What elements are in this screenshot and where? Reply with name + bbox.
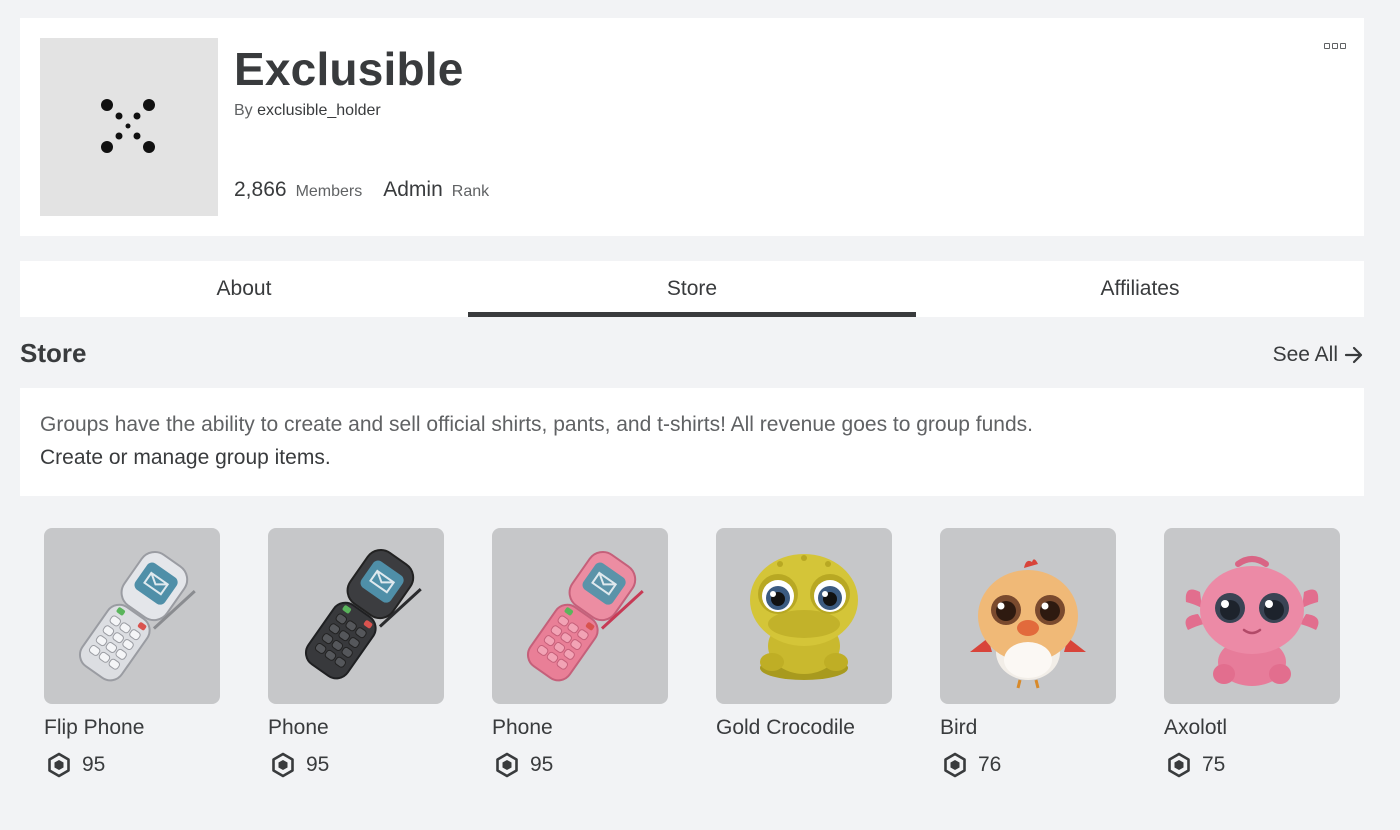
tab-store[interactable]: Store: [468, 261, 916, 317]
see-all-label: See All: [1272, 343, 1338, 366]
group-logo-icon: [101, 99, 155, 153]
tab-about[interactable]: About: [20, 261, 468, 317]
more-options-button[interactable]: [1322, 40, 1348, 52]
item-price: 95: [268, 752, 444, 778]
item-price-value: 76: [978, 753, 1002, 776]
item-price-value: 95: [82, 753, 106, 776]
item-name[interactable]: Axolotl: [1164, 716, 1340, 740]
item-price-value: 95: [530, 753, 554, 776]
item-thumbnail[interactable]: [44, 528, 220, 704]
store-section-title: Store: [20, 338, 87, 368]
item-price: 75: [1164, 752, 1340, 778]
store-item-card[interactable]: Flip Phone 95: [44, 528, 220, 778]
item-thumbnail[interactable]: [1164, 528, 1340, 704]
members-label: Members: [295, 183, 363, 200]
axolotl-icon: [1185, 556, 1319, 686]
store-item-card[interactable]: Phone 95: [492, 528, 668, 778]
item-price-value: 75: [1202, 753, 1226, 776]
item-name[interactable]: Phone: [268, 716, 444, 740]
group-tabs: About Store Affiliates: [20, 261, 1364, 317]
robux-icon: [272, 752, 294, 778]
robux-icon: [944, 752, 966, 778]
flip-phone-silver-icon: [78, 551, 196, 682]
store-info-box: Groups have the ability to create and se…: [20, 388, 1364, 496]
gold-crocodile-icon: [750, 554, 858, 680]
tab-affiliates[interactable]: Affiliates: [916, 261, 1364, 317]
by-label: By: [234, 102, 253, 119]
store-items-grid: Flip Phone 95 Phone 95 Phone 95 Gold Cro…: [44, 528, 1344, 788]
robux-icon: [1168, 752, 1190, 778]
see-all-link[interactable]: See All: [1273, 343, 1364, 367]
flip-phone-pink-icon: [526, 551, 644, 682]
item-thumbnail[interactable]: [492, 528, 668, 704]
manage-items-link[interactable]: Create or manage group items.: [40, 446, 331, 470]
more-dot-icon: [1332, 43, 1338, 49]
item-name[interactable]: Gold Crocodile: [716, 716, 892, 740]
group-emblem[interactable]: [40, 38, 218, 216]
item-name[interactable]: Flip Phone: [44, 716, 220, 740]
owner-link[interactable]: exclusible_holder: [257, 102, 381, 119]
store-item-card[interactable]: Bird 76: [940, 528, 1116, 778]
group-stats: 2,866 Members Admin Rank: [234, 178, 489, 202]
item-price-value: 95: [306, 753, 330, 776]
item-thumbnail[interactable]: [268, 528, 444, 704]
arrow-right-icon: [1344, 346, 1363, 364]
store-item-card[interactable]: Gold Crocodile: [716, 528, 892, 740]
more-dot-icon: [1324, 43, 1330, 49]
item-price: 95: [44, 752, 220, 778]
item-name[interactable]: Bird: [940, 716, 1116, 740]
flip-phone-black-icon: [304, 549, 422, 680]
more-dot-icon: [1340, 43, 1346, 49]
rank-label: Rank: [451, 183, 490, 200]
robux-icon: [48, 752, 70, 778]
store-item-card[interactable]: Axolotl 75: [1164, 528, 1340, 778]
item-thumbnail[interactable]: [940, 528, 1116, 704]
robux-icon: [496, 752, 518, 778]
members-count: 2,866: [234, 178, 287, 201]
store-info-text: Groups have the ability to create and se…: [40, 413, 1033, 436]
group-title: Exclusible: [234, 43, 464, 95]
rank-value: Admin: [383, 178, 443, 201]
bird-icon: [970, 559, 1086, 689]
group-header-card: Exclusible By exclusible_holder 2,866 Me…: [20, 18, 1364, 236]
group-owner-line: By exclusible_holder: [234, 102, 381, 120]
item-name[interactable]: Phone: [492, 716, 668, 740]
item-price: 76: [940, 752, 1116, 778]
store-item-card[interactable]: Phone 95: [268, 528, 444, 778]
item-price: 95: [492, 752, 668, 778]
item-thumbnail[interactable]: [716, 528, 892, 704]
